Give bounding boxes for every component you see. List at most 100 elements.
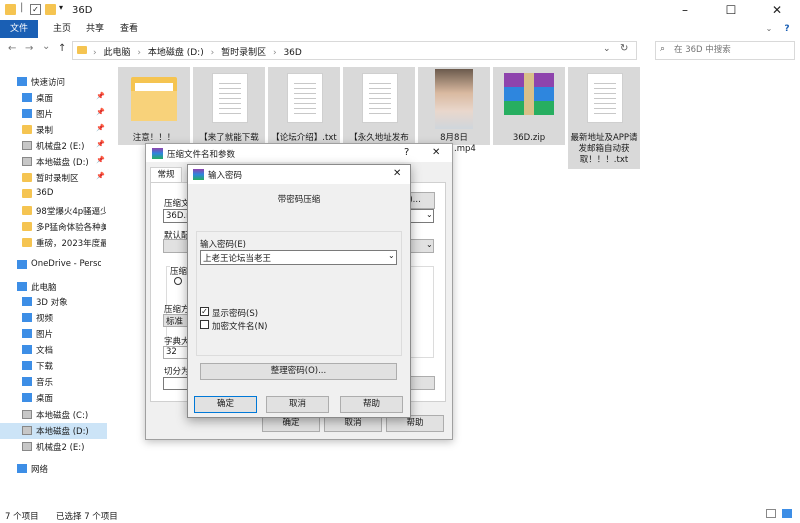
pin-icon: 📌: [96, 108, 105, 116]
new-folder-icon[interactable]: [45, 4, 56, 15]
forward-button[interactable]: →: [25, 43, 33, 54]
video-thumbnail-icon: [421, 67, 487, 133]
password-cancel-button[interactable]: 取消: [266, 396, 329, 413]
tab-general[interactable]: 常规: [150, 167, 182, 183]
tab-view[interactable]: 查看: [114, 20, 144, 38]
sidebar-item-21-d[interactable]: 本地磁盘 (D:): [0, 423, 107, 439]
sidebar-item-8-98-4p-5[interactable]: 98堂爆火4p骚逼少5: [0, 203, 107, 219]
archive-dialog-close-button[interactable]: ✕: [432, 147, 440, 158]
tab-file[interactable]: 文件: [0, 20, 38, 38]
password-dialog: 输入密码 ✕ 带密码压缩 输入密码(E) 上老王论坛当老王 ⌄ ✓ 显示密码(S…: [187, 164, 411, 418]
password-dialog-close-button[interactable]: ✕: [393, 168, 401, 179]
file-item[interactable]: 【论坛介绍】.txt: [268, 67, 340, 145]
properties-icon[interactable]: ✓: [30, 4, 41, 15]
search-box[interactable]: ⌕: [655, 41, 795, 60]
sidebar-item-3-item[interactable]: 录制 📌: [0, 122, 107, 138]
pin-icon: 📌: [96, 140, 105, 148]
customize-toolbar-icon[interactable]: ▾: [59, 3, 70, 14]
sidebar-item-14-item[interactable]: 视频: [0, 310, 107, 326]
drive-icon: [22, 157, 32, 166]
folder-icon: [22, 238, 32, 247]
expand-ribbon-icon[interactable]: ⌄: [762, 20, 776, 38]
net-icon: [17, 464, 27, 473]
sidebar-item-7-36d[interactable]: 36D: [0, 186, 107, 202]
recent-locations-button[interactable]: ⌄: [42, 41, 50, 52]
password-input[interactable]: 上老王论坛当老王 ⌄: [200, 250, 397, 265]
sidebar-item-label: 音乐: [36, 378, 54, 388]
breadcrumb-temp-recording[interactable]: 暂时录制区: [221, 48, 266, 58]
tab-share[interactable]: 共享: [80, 20, 110, 38]
breadcrumb-36d[interactable]: 36D: [283, 48, 301, 58]
sidebar-item-16-item[interactable]: 文档: [0, 342, 107, 358]
back-button[interactable]: ←: [8, 43, 16, 54]
ribbon-tabs: 文件 主页 共享 查看 ⌄ ?: [0, 20, 800, 39]
sidebar-item-18-item[interactable]: 音乐: [0, 374, 107, 390]
drive-icon: [22, 410, 32, 419]
search-input[interactable]: [672, 44, 794, 56]
up-button[interactable]: ↑: [58, 43, 66, 54]
file-item[interactable]: 36D.zip: [493, 67, 565, 145]
sidebar-item-13-3d[interactable]: 3D 对象: [0, 294, 107, 310]
large-icons-view-icon[interactable]: [782, 509, 792, 518]
minimize-button[interactable]: –: [662, 0, 708, 20]
address-dropdown-icon[interactable]: ⌄: [603, 44, 611, 54]
sidebar-item-label: 快速访问: [31, 78, 66, 88]
file-item[interactable]: 【永久地址发布: [343, 67, 415, 145]
sidebar-item-17-item[interactable]: 下载: [0, 358, 107, 374]
organize-passwords-button[interactable]: 整理密码(O)...: [200, 363, 397, 380]
split-options-button[interactable]: [410, 376, 435, 390]
split-input[interactable]: [163, 377, 189, 390]
address-bar[interactable]: › 此电脑 › 本地磁盘 (D:) › 暂时录制区 › 36D ⌄ ↻: [72, 41, 637, 60]
context-help-button[interactable]: ?: [404, 147, 409, 158]
dictionary-select[interactable]: 32: [163, 346, 189, 359]
maximize-button[interactable]: ☐: [708, 0, 754, 20]
sidebar-item-4-2-e[interactable]: 机械盘2 (E:) 📌: [0, 138, 107, 154]
sidebar-item-11-onedrive-persona[interactable]: OneDrive - Persona: [0, 257, 107, 273]
sidebar-item-label: 本地磁盘 (D:): [36, 427, 89, 437]
chevron-down-icon: ⌄: [426, 210, 433, 219]
sidebar-item-22-2-e[interactable]: 机械盘2 (E:): [0, 439, 107, 455]
format-radio[interactable]: [174, 277, 182, 285]
password-ok-button[interactable]: 确定: [194, 396, 257, 413]
password-help-button[interactable]: 帮助: [340, 396, 403, 413]
sidebar-item-9-p[interactable]: 多P猛肏体验各种美: [0, 219, 107, 235]
show-password-checkbox[interactable]: ✓: [200, 307, 209, 316]
encrypt-filenames-checkbox[interactable]: [200, 320, 209, 329]
file-item[interactable]: 8月8日 .mp4: [418, 67, 490, 154]
close-window-button[interactable]: ✕: [754, 0, 800, 20]
method-select[interactable]: 标准: [163, 314, 189, 327]
sidebar-item-12-item[interactable]: 此电脑: [0, 279, 107, 295]
help-icon[interactable]: ?: [780, 20, 794, 38]
details-view-icon[interactable]: [766, 509, 776, 518]
archive-dialog-title: 压缩文件名和参数: [167, 150, 236, 160]
sidebar-item-2-item[interactable]: 图片 📌: [0, 106, 107, 122]
sidebar-item-0-item[interactable]: 快速访问: [0, 74, 107, 90]
sidebar-item-1-item[interactable]: 桌面 📌: [0, 90, 107, 106]
password-value: 上老王论坛当老王: [203, 254, 272, 264]
refresh-button[interactable]: ↻: [620, 43, 628, 54]
file-item[interactable]: 【来了就能下载: [193, 67, 265, 145]
search-icon: ⌕: [660, 44, 666, 54]
chevron-down-icon[interactable]: ⌄: [388, 251, 395, 260]
drive-icon: [22, 141, 32, 150]
password-input-label: 输入密码(E): [200, 240, 247, 250]
sidebar-item-19-item[interactable]: 桌面: [0, 390, 107, 406]
sidebar-item-label: 此电脑: [31, 283, 57, 293]
sidebar-item-23-item[interactable]: 网络: [0, 461, 107, 477]
breadcrumb-drive-d[interactable]: 本地磁盘 (D:): [148, 48, 204, 58]
sidebar-item-5-d[interactable]: 本地磁盘 (D:) 📌: [0, 154, 107, 170]
password-dialog-title: 输入密码: [208, 171, 243, 181]
sidebar-item-6-item[interactable]: 暂时录制区 📌: [0, 170, 107, 186]
item-count: 7 个项目: [5, 512, 39, 522]
file-item[interactable]: 注意！！！: [118, 67, 190, 145]
drive-icon: [22, 426, 32, 435]
breadcrumb-this-pc[interactable]: 此电脑: [103, 48, 130, 58]
sidebar-item-label: OneDrive - Persona: [31, 259, 101, 269]
tab-home[interactable]: 主页: [47, 20, 77, 38]
sidebar-item-20-c[interactable]: 本地磁盘 (C:): [0, 407, 107, 423]
winrar-icon: [152, 148, 163, 159]
sidebar-item-15-item[interactable]: 图片: [0, 326, 107, 342]
file-item[interactable]: 最新地址及APP请发邮箱自动获取！！！.txt: [568, 67, 640, 169]
blue-icon: [22, 345, 32, 354]
sidebar-item-10-2023[interactable]: 重磅，2023年度最古: [0, 235, 107, 251]
